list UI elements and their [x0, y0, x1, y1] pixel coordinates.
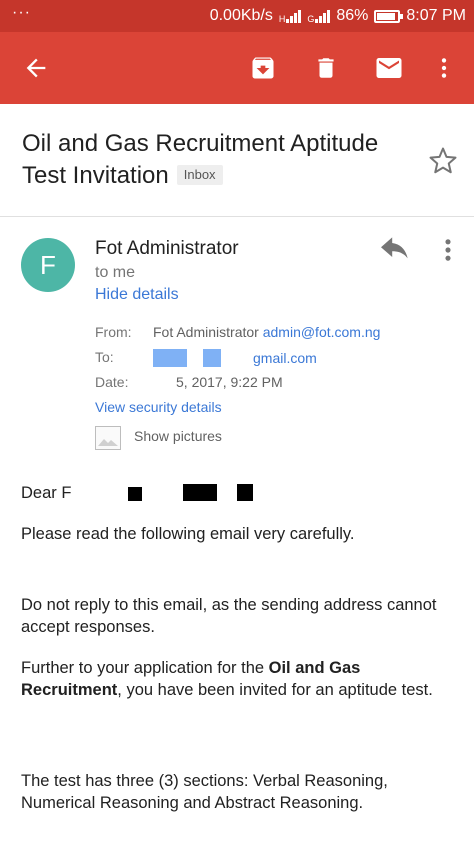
network-speed: 0.00Kb/s — [209, 7, 273, 24]
battery-percent: 86% — [336, 7, 369, 24]
status-bar: ··· 0.00Kb/s H G 86% 8:07 PM — [0, 0, 474, 32]
message-more-icon[interactable] — [438, 236, 458, 264]
body-line-1: Please read the following email very car… — [21, 525, 355, 543]
greeting: Dear F — [21, 482, 461, 504]
to-label: To: — [95, 349, 114, 365]
divider — [0, 216, 474, 217]
notification-dots: ··· — [12, 4, 31, 21]
greeting-text: Dear F — [21, 484, 72, 502]
from-email[interactable]: admin@fot.com.ng — [263, 324, 381, 340]
redaction — [203, 349, 221, 367]
body-line-4: The test has three (3) sections: Verbal … — [21, 772, 388, 812]
redaction — [128, 487, 143, 501]
battery-icon — [374, 9, 404, 23]
from-value: Fot Administrator admin@fot.com.ng — [153, 324, 380, 340]
sender-name: Fot Administrator — [95, 238, 239, 259]
image-icon[interactable] — [95, 426, 121, 450]
arrow-back-icon[interactable] — [16, 48, 56, 88]
avatar[interactable]: F — [21, 238, 75, 292]
date-label: Date: — [95, 374, 129, 390]
email-subject: Oil and Gas Recruitment Aptitude Test In… — [22, 128, 412, 192]
to-email[interactable]: gmail.com — [253, 350, 317, 366]
redaction — [237, 484, 254, 501]
hide-details-link[interactable]: Hide details — [95, 286, 179, 304]
show-pictures-link[interactable]: Show pictures — [134, 428, 222, 444]
date-value: 5, 2017, 9:22 PM — [176, 374, 283, 390]
from-name: Fot Administrator — [153, 324, 259, 340]
mail-icon[interactable] — [369, 48, 409, 88]
from-label: From: — [95, 324, 132, 340]
signal-2-icon: G — [307, 9, 331, 24]
body-paragraph-3: Further to your application for the Oil … — [21, 659, 433, 699]
star-icon[interactable] — [428, 146, 458, 176]
signal-1-icon: H — [279, 9, 302, 24]
reply-icon[interactable] — [378, 236, 412, 264]
more-vert-icon[interactable] — [424, 48, 464, 88]
redaction — [182, 484, 217, 501]
redaction — [153, 349, 187, 367]
archive-icon[interactable] — [243, 48, 283, 88]
app-bar — [0, 32, 474, 104]
body-line-2: Do not reply to this email, as the sendi… — [21, 596, 437, 636]
recipient-summary: to me — [95, 264, 136, 281]
view-security-link[interactable]: View security details — [95, 399, 222, 415]
inbox-label[interactable]: Inbox — [176, 165, 223, 185]
to-value: gmail.com — [153, 349, 317, 367]
clock: 8:07 PM — [406, 7, 466, 24]
trash-icon[interactable] — [306, 48, 346, 88]
